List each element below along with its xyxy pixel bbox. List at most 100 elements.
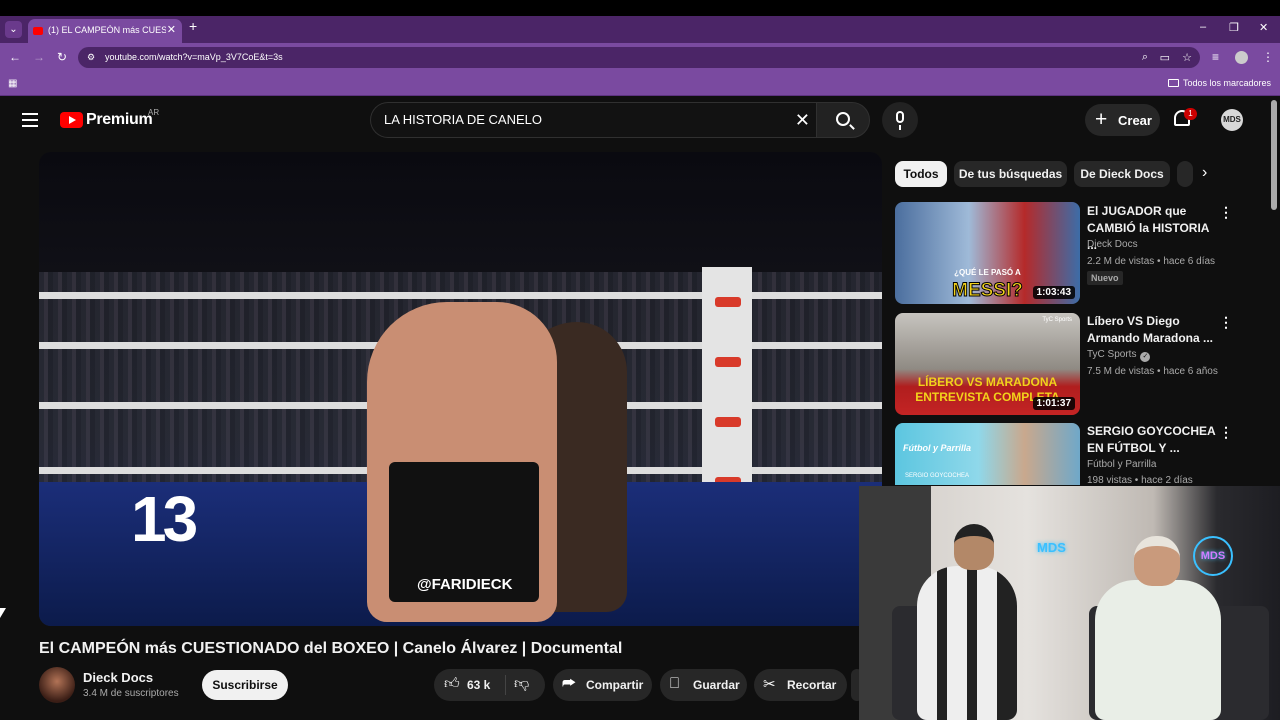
rec-age-1: hace 6 días: [1163, 256, 1216, 267]
thumbs-up-icon[interactable]: 👍︎: [444, 675, 460, 693]
search-input[interactable]: LA HISTORIA DE CANELO: [384, 112, 784, 127]
forward-icon[interactable]: →: [33, 50, 45, 64]
new-badge: Nuevo: [1087, 271, 1123, 285]
duration-badge: 1:01:37: [1032, 397, 1075, 410]
rec-age-3: hace 2 días: [1141, 475, 1193, 486]
zoom-icon[interactable]: ⌕: [1142, 51, 1148, 64]
ring-rope: [39, 292, 882, 299]
webcam-overlay: MDS MDS: [859, 486, 1280, 720]
rec-meta-1: 2.2 M de vistas • hace 6 días: [1087, 256, 1216, 267]
tab-title: (1) EL CAMPEÓN más CUESTIONADO: [48, 25, 166, 35]
save-label: Guardar: [693, 678, 740, 692]
rec-views-2: 7.5 M de vistas: [1087, 366, 1155, 377]
clip-label: Recortar: [787, 678, 837, 692]
voice-search-button[interactable]: [882, 102, 918, 138]
address-bar[interactable]: ⚙ youtube.com/watch?v=maVp_3V7CoE&t=3s ⌕…: [78, 47, 1200, 68]
site-info-icon[interactable]: ⚙: [87, 52, 95, 63]
chip-de-tus-busquedas[interactable]: De tus búsquedas: [954, 161, 1067, 187]
apps-grid-icon[interactable]: ▦: [8, 78, 17, 89]
tab-close-icon[interactable]: ✕: [167, 23, 176, 36]
rec-channel-3[interactable]: Fútbol y Parrilla: [1087, 459, 1156, 470]
duration-badge: 1:03:43: [1032, 286, 1075, 299]
hamburger-menu-icon[interactable]: [22, 113, 38, 127]
rec-meta-3: 198 vistas • hace 2 días: [1087, 475, 1193, 486]
like-count[interactable]: 63 k: [467, 678, 490, 692]
media-icon[interactable]: ≡: [1212, 50, 1219, 64]
reload-icon[interactable]: ↻: [57, 50, 67, 64]
streamer-right-head: [1134, 536, 1180, 586]
page-scrollbar[interactable]: [1271, 100, 1277, 210]
folder-icon: [1167, 79, 1179, 87]
video-title: El CAMPEÓN más CUESTIONADO del BOXEO | C…: [39, 640, 623, 657]
close-window-icon[interactable]: ✕: [1259, 21, 1268, 34]
mouse-cursor-icon: [0, 608, 6, 618]
rec-views-3: 198 vistas: [1087, 475, 1133, 486]
streamer-left-head: [954, 524, 994, 570]
share-button[interactable]: ⮫ Compartir: [553, 669, 652, 701]
microphone-icon: [896, 111, 904, 130]
browser-tab-active[interactable]: (1) EL CAMPEÓN más CUESTIONADO ✕: [28, 19, 182, 43]
account-avatar[interactable]: MDS: [1221, 109, 1243, 131]
rec-title-3[interactable]: SERGIO GOYCOCHEA EN FÚTBOL Y ...: [1087, 423, 1217, 457]
channel-avatar[interactable]: [39, 667, 75, 703]
clear-search-icon[interactable]: ✕: [795, 110, 810, 131]
notification-badge: 1: [1184, 108, 1197, 120]
share-label: Compartir: [586, 678, 644, 692]
youtube-favicon-icon: [33, 27, 43, 35]
chip-partial[interactable]: [1177, 161, 1193, 187]
new-tab-icon[interactable]: +: [189, 18, 197, 34]
streamer-right: [1095, 580, 1221, 720]
rec-channel-2[interactable]: TyC Sports ✓: [1087, 349, 1151, 362]
save-button[interactable]: ⎕ Guardar: [660, 669, 747, 701]
rec-channel-1[interactable]: Dieck Docs: [1087, 239, 1138, 250]
search-button[interactable]: [816, 102, 870, 138]
scissors-icon: ✂: [763, 676, 776, 693]
tab-search-dropdown-icon[interactable]: ⌄: [5, 21, 22, 38]
tab-strip: ⌄ (1) EL CAMPEÓN más CUESTIONADO ✕ + – ❐…: [0, 16, 1280, 43]
chevron-right-icon[interactable]: ›: [1202, 164, 1207, 182]
subscribe-button[interactable]: Suscribirse: [202, 670, 288, 700]
rec-thumbnail-1[interactable]: ¿QUÉ LE PASÓ A MESSI? 1:03:43: [895, 202, 1080, 304]
like-dislike-group: 👍︎ 63 k 👎︎: [434, 669, 545, 701]
rec-thumbnail-2[interactable]: TyC Sports LÍBERO VS MARADONA ENTREVISTA…: [895, 313, 1080, 415]
bookmark-star-icon[interactable]: ☆: [1182, 51, 1192, 64]
create-button[interactable]: + Crear: [1085, 104, 1160, 136]
channel-name[interactable]: Dieck Docs: [83, 670, 153, 685]
more-options-icon[interactable]: ⋮: [1219, 424, 1233, 441]
thumb-brand-3: Fútbol y Parrilla: [903, 443, 972, 453]
neon-sign-left: MDS: [1037, 540, 1066, 555]
create-label: Crear: [1118, 113, 1152, 128]
browser-menu-icon[interactable]: ⋮: [1262, 50, 1274, 64]
thumb-brand-2: TyC Sports: [1042, 317, 1072, 323]
rec-thumbnail-3[interactable]: Fútbol y Parrilla SERGIO GOYCOCHEA: [895, 423, 1080, 485]
minimize-icon[interactable]: –: [1200, 21, 1206, 33]
bookmarks-bar: ▦ Todos los marcadores: [0, 72, 1280, 96]
more-options-icon[interactable]: ⋮: [1219, 204, 1233, 221]
subscriber-count: 3.4 M de suscriptores: [83, 688, 179, 699]
video-watermark: @FARIDIECK: [417, 576, 513, 593]
more-options-icon[interactable]: ⋮: [1219, 314, 1233, 331]
maximize-icon[interactable]: ❐: [1229, 21, 1239, 34]
chip-de-dieck-docs[interactable]: De Dieck Docs: [1074, 161, 1170, 187]
clip-button[interactable]: ✂ Recortar: [754, 669, 847, 701]
search-box[interactable]: LA HISTORIA DE CANELO ✕: [370, 102, 816, 138]
back-icon[interactable]: ←: [9, 50, 21, 64]
video-overlay-number: 13: [131, 483, 198, 555]
all-bookmarks[interactable]: Todos los marcadores: [1167, 78, 1271, 88]
thumb-text-1: ¿QUÉ LE PASÓ A: [954, 268, 1021, 277]
verified-icon: ✓: [1140, 352, 1151, 362]
youtube-logo-icon[interactable]: [60, 112, 83, 128]
search-icon: [836, 112, 850, 126]
navigation-bar: ← → ↻ ⚙ youtube.com/watch?v=maVp_3V7CoE&…: [0, 43, 1280, 72]
rec-title-2[interactable]: Líbero VS Diego Armando Maradona ...: [1087, 313, 1217, 347]
rec-age-2: hace 6 años: [1163, 366, 1218, 377]
video-player[interactable]: 13 @FARIDIECK: [39, 152, 882, 626]
profile-icon[interactable]: [1235, 51, 1248, 64]
logo-premium-text[interactable]: Premium: [86, 111, 153, 129]
chip-todos[interactable]: Todos: [895, 161, 947, 187]
thumb-text-2: LÍBERO VS MARADONA: [917, 375, 1058, 389]
thumbs-down-icon[interactable]: 👎︎: [514, 675, 529, 693]
thumb-caption-3: SERGIO GOYCOCHEA: [905, 473, 970, 479]
rec-channel-name-2: TyC Sports: [1087, 349, 1137, 360]
cast-icon[interactable]: ▭: [1160, 51, 1170, 64]
